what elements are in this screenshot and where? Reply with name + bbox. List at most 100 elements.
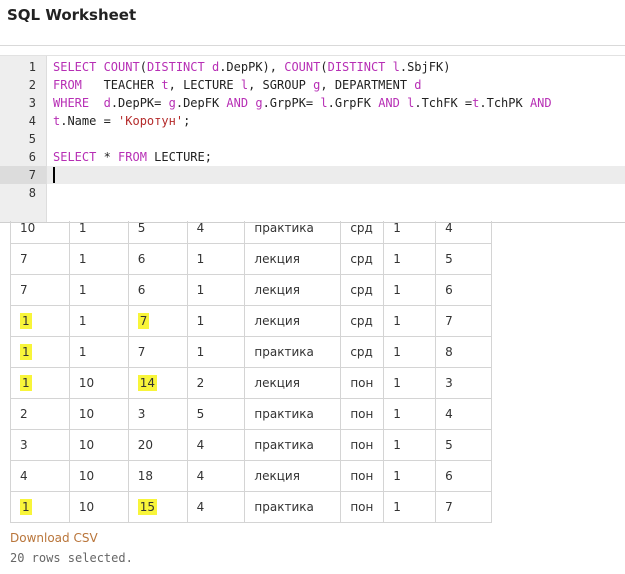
table-cell: 3 (10, 429, 70, 461)
table-cell: 2 (186, 367, 246, 399)
table-cell: лекция (244, 274, 342, 306)
highlighted-value: 1 (20, 344, 32, 360)
table-cell: 1 (383, 221, 437, 244)
table-row: 4 10 18 4 лекция пон 1 6 (10, 460, 492, 492)
table-cell: пон (340, 460, 385, 492)
table-cell: практика (244, 336, 342, 368)
table-cell: 1 (10, 305, 70, 337)
line-number: 4 (28, 114, 36, 128)
table-cell: практика (244, 221, 342, 244)
code-area[interactable]: WHERE d.DepPK= g.DepFK AND g.GrpPK= l.Gr… (47, 94, 625, 112)
table-cell: 4 (435, 221, 492, 244)
line-number: 1 (28, 60, 36, 74)
code-area[interactable]: SELECT COUNT(DISTINCT d.DepPK), COUNT(DI… (47, 58, 625, 76)
table-row: 3 10 20 4 практика пон 1 5 (10, 429, 492, 461)
table-row: 1 1 7 1 лекция срд 1 7 (10, 305, 492, 337)
highlighted-value: 1 (20, 499, 32, 515)
table-cell: 4 (186, 429, 246, 461)
table-cell: пон (340, 429, 385, 461)
table-cell: 10 (10, 221, 70, 244)
table-cell: 5 (435, 243, 492, 275)
table-cell: лекция (244, 367, 342, 399)
table-cell: 1 (68, 336, 129, 368)
code-area[interactable]: FROM TEACHER t, LECTURE l, SGROUP g, DEP… (47, 76, 625, 94)
table-cell: 10 (68, 398, 129, 430)
code-area[interactable]: t.Name = 'Коротун'; (47, 112, 625, 130)
table-cell: 1 (186, 336, 246, 368)
editor-line[interactable]: 5 (0, 130, 625, 148)
table-cell: пон (340, 491, 385, 523)
sql-editor[interactable]: 1 SELECT COUNT(DISTINCT d.DepPK), COUNT(D… (0, 55, 625, 223)
download-csv-link[interactable]: Download CSV (10, 531, 98, 545)
table-row: 1 10 15 4 практика пон 1 7 (10, 491, 492, 523)
code-area[interactable] (47, 166, 625, 184)
table-cell: пон (340, 398, 385, 430)
table-cell: 1 (10, 491, 70, 523)
table-cell: 1 (10, 336, 70, 368)
table-cell: срд (340, 336, 385, 368)
table-cell: лекция (244, 243, 342, 275)
table-cell: 10 (68, 429, 129, 461)
editor-line[interactable]: 2 FROM TEACHER t, LECTURE l, SGROUP g, DE… (0, 76, 625, 94)
table-cell: 1 (68, 274, 129, 306)
highlighted-value: 15 (137, 499, 157, 515)
table-cell: 10 (68, 367, 129, 399)
table-cell: срд (340, 305, 385, 337)
table-cell: 14 (127, 367, 188, 399)
table-cell: срд (340, 243, 385, 275)
table-cell: 5 (435, 429, 492, 461)
table-cell: 5 (186, 398, 246, 430)
table-cell: срд (340, 274, 385, 306)
editor-line[interactable]: 7 (0, 166, 625, 184)
table-cell: 6 (127, 243, 188, 275)
results-table: 10 1 5 4 практика срд 1 4 7 1 6 1 лекция срд 1 5 7 1 6 1 лек… (10, 221, 492, 523)
table-cell: 7 (10, 274, 70, 306)
editor-line[interactable]: 8 (0, 184, 625, 202)
line-number: 6 (28, 150, 36, 164)
text-cursor (53, 167, 55, 183)
line-number: 2 (28, 78, 36, 92)
table-cell: лекция (244, 305, 342, 337)
table-cell: 1 (383, 243, 437, 275)
table-cell: 1 (186, 305, 246, 337)
editor-line[interactable]: 1 SELECT COUNT(DISTINCT d.DepPK), COUNT(D… (0, 58, 625, 76)
editor-line[interactable]: 6 SELECT * FROM LECTURE; (0, 148, 625, 166)
table-cell: 15 (127, 491, 188, 523)
table-cell: 1 (383, 398, 437, 430)
table-cell: 1 (68, 243, 129, 275)
table-row: 1 1 7 1 практика срд 1 8 (10, 336, 492, 368)
table-cell: 1 (68, 305, 129, 337)
highlighted-value: 14 (137, 375, 157, 391)
title-divider (0, 45, 625, 46)
line-number: 8 (28, 186, 36, 200)
table-cell: 1 (186, 243, 246, 275)
table-cell: 8 (435, 336, 492, 368)
table-cell: 4 (435, 398, 492, 430)
table-cell: 7 (10, 243, 70, 275)
table-cell: 1 (383, 274, 437, 306)
code-text: t.Name = 'Коротун'; (53, 114, 191, 128)
table-cell: 1 (383, 305, 437, 337)
code-text: WHERE d.DepPK= g.DepFK AND g.GrpPK= l.Gr… (53, 96, 552, 110)
table-cell: 1 (383, 460, 437, 492)
table-cell: 3 (435, 367, 492, 399)
table-row: 10 1 5 4 практика срд 1 4 (10, 221, 492, 244)
table-cell: 4 (186, 221, 246, 244)
editor-line[interactable]: 3 WHERE d.DepPK= g.DepFK AND g.GrpPK= l.G… (0, 94, 625, 112)
code-area[interactable]: SELECT * FROM LECTURE; (47, 148, 625, 166)
table-cell: 3 (127, 398, 188, 430)
results-grid[interactable]: 10 1 5 4 практика срд 1 4 7 1 6 1 лекция срд 1 5 7 1 6 1 лек… (10, 221, 492, 529)
table-cell: 1 (383, 491, 437, 523)
table-cell: 18 (127, 460, 188, 492)
table-cell: 1 (383, 367, 437, 399)
table-cell: лекция (244, 460, 342, 492)
editor-line[interactable]: 4 t.Name = 'Коротун'; (0, 112, 625, 130)
page-title: SQL Worksheet (7, 6, 137, 24)
code-area[interactable] (47, 184, 625, 202)
table-cell: 1 (10, 367, 70, 399)
code-area[interactable] (47, 130, 625, 148)
table-cell: 10 (68, 460, 129, 492)
table-cell: 6 (435, 460, 492, 492)
line-number: 3 (28, 96, 36, 110)
table-cell: 7 (435, 491, 492, 523)
